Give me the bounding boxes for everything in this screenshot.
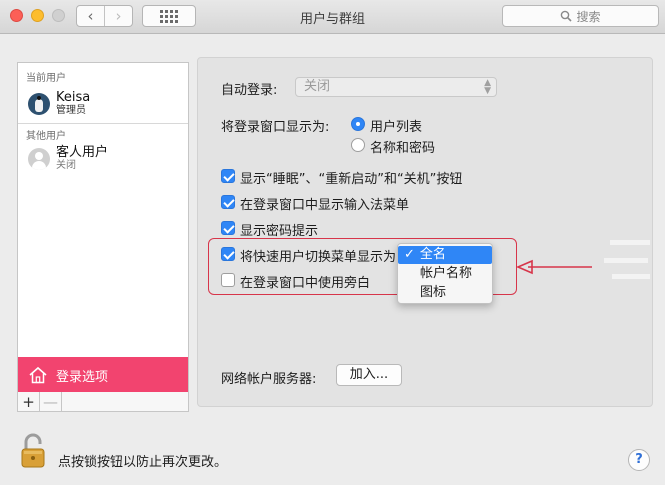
current-users-label: 当前用户 [26, 73, 66, 84]
close-window-button[interactable] [10, 9, 23, 22]
display-as-label: 将登录窗口显示为: [221, 120, 330, 135]
radio-name-password[interactable] [351, 138, 365, 152]
users-sidebar: 当前用户 Keisa 管理员 其他用户 客人用户 关闭 登录选项 [17, 62, 189, 393]
faded-decoration-icon [604, 240, 650, 279]
sidebar-item-keisa[interactable]: Keisa 管理员 [28, 91, 90, 117]
radio-user-list[interactable] [351, 117, 365, 131]
other-users-label: 其他用户 [26, 131, 66, 142]
checkmark-icon: ✓ [404, 247, 415, 262]
search-field[interactable]: 搜索 [502, 5, 659, 27]
lock-icon[interactable] [20, 433, 46, 469]
checkbox-fast-user-switching[interactable] [221, 247, 235, 261]
menu-item-full-name[interactable]: ✓ 全名 [398, 246, 492, 264]
checkbox-password-hints-label: 显示密码提示 [240, 224, 319, 239]
menu-item-icon[interactable]: 图标 [398, 284, 492, 302]
add-user-button[interactable]: + [18, 392, 40, 411]
checkbox-input-menu[interactable] [221, 195, 235, 209]
checkbox-voiceover-label: 在登录窗口中使用旁白 [240, 276, 371, 291]
updown-arrows-icon: ▲ ▼ [484, 78, 491, 96]
title-bar: ‹ › 用户与群组 搜索 [0, 0, 665, 34]
user-status: 关闭 [56, 160, 76, 171]
annotation-arrow-icon [516, 259, 592, 275]
auto-login-value: 关闭 [304, 79, 331, 94]
network-server-label: 网络帐户服务器: [221, 372, 317, 387]
sidebar-item-guest[interactable]: 客人用户 关闭 [28, 146, 108, 172]
radio-name-password-label: 名称和密码 [370, 141, 436, 156]
add-remove-bar: + — [17, 392, 189, 412]
penguin-avatar-icon [28, 93, 50, 115]
sidebar-item-login-options[interactable]: 登录选项 [18, 357, 188, 393]
fast-switch-dropdown-menu: ✓ 全名 帐户名称 图标 [397, 243, 493, 304]
house-icon [28, 366, 48, 384]
guest-avatar-icon [28, 148, 50, 170]
checkbox-voiceover[interactable] [221, 273, 235, 287]
user-name: 客人用户 [56, 145, 109, 160]
forward-button[interactable]: › [105, 6, 132, 26]
zoom-window-button[interactable] [52, 9, 65, 22]
show-all-button[interactable] [142, 5, 196, 27]
search-icon [561, 10, 573, 22]
minimize-window-button[interactable] [31, 9, 44, 22]
checkbox-fast-user-switching-label: 将快速用户切换菜单显示为 [240, 250, 397, 265]
join-button[interactable]: 加入... [336, 364, 402, 386]
user-role: 管理员 [56, 105, 86, 116]
radio-user-list-label: 用户列表 [370, 120, 423, 135]
divider [18, 123, 188, 124]
navigation-buttons: ‹ › [76, 5, 133, 27]
menu-item-account-name[interactable]: 帐户名称 [398, 265, 492, 283]
chevron-left-icon: ‹ [87, 7, 94, 25]
checkbox-password-hints[interactable] [221, 221, 235, 235]
remove-user-button[interactable]: — [40, 392, 62, 411]
checkbox-input-menu-label: 在登录窗口中显示输入法菜单 [240, 198, 410, 213]
user-name: Keisa [56, 90, 91, 105]
auto-login-label: 自动登录: [221, 83, 278, 98]
help-button[interactable]: ? [628, 449, 650, 471]
menu-item-label: 全名 [419, 247, 446, 262]
checkbox-show-power-buttons-label: 显示“睡眠”、“重新启动”和“关机”按钮 [240, 172, 463, 187]
lock-hint-text: 点按锁按钮以防止再次更改。 [58, 455, 228, 470]
auto-login-popup[interactable]: 关闭 ▲ ▼ [295, 77, 497, 97]
checkbox-show-power-buttons[interactable] [221, 169, 235, 183]
search-placeholder: 搜索 [576, 9, 601, 24]
back-button[interactable]: ‹ [77, 6, 105, 26]
grid-icon [160, 9, 178, 23]
chevron-right-icon: › [115, 7, 122, 25]
login-options-label: 登录选项 [56, 369, 109, 385]
